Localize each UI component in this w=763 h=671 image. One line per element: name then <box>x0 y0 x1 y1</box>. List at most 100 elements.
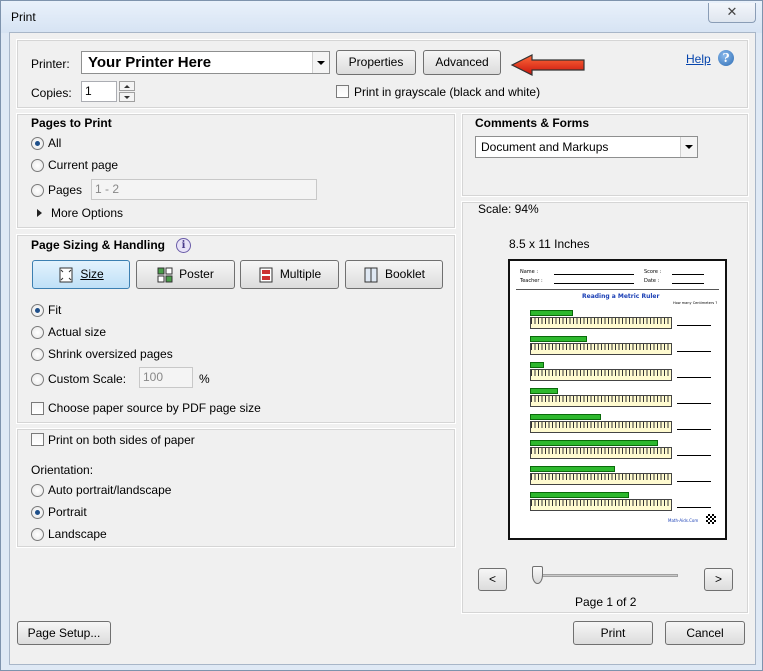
radio-pages[interactable] <box>31 184 44 197</box>
comments-forms-dropdown-icon[interactable] <box>680 137 697 157</box>
orientation-panel: Print on both sides of paper Orientation… <box>16 428 456 548</box>
comments-forms-title: Comments & Forms <box>475 116 590 130</box>
grayscale-label: Print in grayscale (black and white) <box>354 85 541 99</box>
radio-current-page[interactable] <box>31 159 44 172</box>
pages-to-print-panel: Pages to Print All Current page Pages 1 … <box>16 113 456 229</box>
ws-ruler <box>530 447 672 459</box>
paper-source-checkbox[interactable] <box>31 402 44 415</box>
ws-header-divider <box>516 289 719 290</box>
print-button[interactable]: Print <box>573 621 653 645</box>
ws-footer: Math-Aids.Com <box>668 518 699 523</box>
ws-date-line <box>672 283 704 284</box>
previous-page-button[interactable]: < <box>478 568 507 591</box>
page-slider-track[interactable] <box>532 574 678 577</box>
booklet-icon <box>364 267 378 282</box>
cancel-button[interactable]: Cancel <box>665 621 745 645</box>
ws-ruler <box>530 499 672 511</box>
ws-title: Reading a Metric Ruler <box>582 293 660 300</box>
comments-forms-panel: Comments & Forms Document and Markups <box>461 113 749 197</box>
both-sides-checkbox[interactable] <box>31 433 44 446</box>
percent-label: % <box>199 372 210 386</box>
page-slider-thumb[interactable] <box>532 566 543 584</box>
next-page-button[interactable]: > <box>704 568 733 591</box>
pages-range-input[interactable]: 1 - 2 <box>91 179 317 200</box>
printer-select-value: Your Printer Here <box>88 54 212 71</box>
help-link[interactable]: Help <box>686 52 711 66</box>
advanced-button[interactable]: Advanced <box>423 50 501 75</box>
radio-actual-size[interactable] <box>31 326 44 339</box>
orientation-label: Orientation: <box>31 463 94 477</box>
radio-custom-scale[interactable] <box>31 373 44 386</box>
radio-all-label: All <box>48 136 62 150</box>
size-mode-label: Size <box>80 267 104 281</box>
radio-portrait[interactable] <box>31 506 44 519</box>
booklet-mode-button[interactable]: Booklet <box>345 260 443 289</box>
ws-ruler <box>530 317 672 329</box>
printer-select[interactable]: Your Printer Here <box>81 51 330 74</box>
booklet-mode-label: Booklet <box>384 267 426 281</box>
printer-label: Printer: <box>31 57 70 71</box>
size-mode-button[interactable]: Size <box>32 260 130 289</box>
ws-ruler <box>530 421 672 433</box>
more-options-toggle[interactable]: More Options <box>51 206 123 220</box>
ws-score-line <box>672 274 704 275</box>
ws-ruler <box>530 343 672 355</box>
comments-forms-select-value: Document and Markups <box>481 140 609 154</box>
page-sizing-info-icon[interactable]: i <box>176 238 191 253</box>
grayscale-checkbox[interactable] <box>336 85 349 98</box>
radio-shrink-oversized-label: Shrink oversized pages <box>48 347 173 361</box>
comments-forms-select[interactable]: Document and Markups <box>475 136 698 158</box>
close-button[interactable]: ✕ <box>708 3 756 23</box>
copies-up-button[interactable] <box>119 81 135 91</box>
copies-down-button[interactable] <box>119 92 135 102</box>
ws-answer-line <box>677 507 711 508</box>
ws-answer-line <box>677 377 711 378</box>
radio-current-page-label: Current page <box>48 158 119 172</box>
help-info-icon[interactable]: ? <box>718 50 734 66</box>
worksheet: Name : Teacher : Score : Date : Reading … <box>516 265 719 528</box>
radio-all[interactable] <box>31 137 44 150</box>
radio-auto-orientation-label: Auto portrait/landscape <box>48 483 172 497</box>
radio-custom-scale-label: Custom Scale: <box>48 372 127 386</box>
radio-fit[interactable] <box>31 304 44 317</box>
ws-measure-bar <box>530 310 573 316</box>
ws-measure-bar <box>530 336 587 342</box>
ws-ruler-row <box>530 414 672 434</box>
ws-measure-bar <box>530 466 615 472</box>
radio-auto-orientation[interactable] <box>31 484 44 497</box>
ws-ruler <box>530 473 672 485</box>
printer-panel: Printer: Your Printer Here Properties Ad… <box>16 39 749 109</box>
window-title: Print <box>11 10 36 24</box>
radio-fit-label: Fit <box>48 303 62 317</box>
copies-label: Copies: <box>31 86 72 100</box>
radio-portrait-label: Portrait <box>48 505 87 519</box>
ws-teacher-label: Teacher : <box>520 278 543 284</box>
ws-answer-line <box>677 325 711 326</box>
ws-name-line <box>554 274 634 275</box>
multiple-mode-label: Multiple <box>279 267 322 281</box>
size-icon <box>59 267 73 282</box>
copies-input[interactable]: 1 <box>81 81 117 102</box>
printer-select-dropdown-icon[interactable] <box>312 52 329 73</box>
custom-scale-input[interactable]: 100 <box>139 367 193 388</box>
ws-ruler-row <box>530 492 672 512</box>
multiple-icon <box>259 267 273 282</box>
ws-measure-bar <box>530 440 658 446</box>
more-options-expand-icon[interactable] <box>37 209 42 217</box>
dialog-client-area: Printer: Your Printer Here Properties Ad… <box>9 32 756 665</box>
title-bar[interactable]: Print ✕ <box>1 1 762 33</box>
properties-button[interactable]: Properties <box>336 50 416 75</box>
ws-teacher-line <box>554 283 634 284</box>
poster-mode-button[interactable]: Poster <box>136 260 235 289</box>
multiple-mode-button[interactable]: Multiple <box>240 260 339 289</box>
page-setup-button[interactable]: Page Setup... <box>17 621 111 645</box>
ws-measure-bar <box>530 492 629 498</box>
page-sizing-panel: Page Sizing & Handling i Size Poster Mul… <box>16 234 456 424</box>
radio-landscape[interactable] <box>31 528 44 541</box>
preview-panel: Scale: 94% 8.5 x 11 Inches Name : Teache… <box>461 201 749 614</box>
poster-mode-label: Poster <box>179 267 214 281</box>
ws-name-label: Name : <box>520 269 539 275</box>
radio-shrink-oversized[interactable] <box>31 348 44 361</box>
ws-ruler-row <box>530 440 672 460</box>
paper-size-label: 8.5 x 11 Inches <box>509 237 590 251</box>
